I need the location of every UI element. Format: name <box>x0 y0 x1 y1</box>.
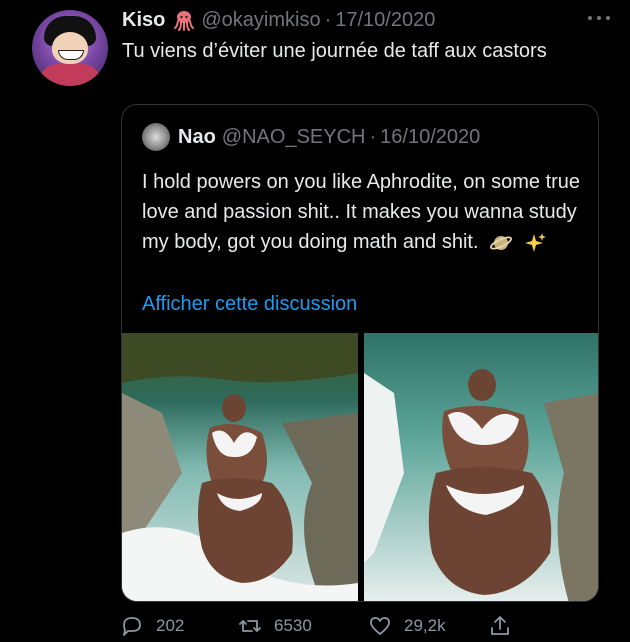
author-name[interactable]: Kiso <box>122 9 165 32</box>
quote-date[interactable]: 16/10/2020 <box>380 126 480 149</box>
heart-icon <box>370 617 390 635</box>
header-separator: · <box>324 8 332 31</box>
reply-icon <box>123 617 141 636</box>
dot-icon <box>606 16 610 20</box>
quote-text: I hold powers on you like Aphrodite, on … <box>142 171 581 253</box>
dot-icon <box>588 16 592 20</box>
avatar-shirt <box>38 64 102 86</box>
quote-author-handle[interactable]: @NAO_SEYCH <box>222 126 366 149</box>
tweet-date[interactable]: 17/10/2020 <box>335 9 435 32</box>
retweet-count: 6530 <box>274 616 312 635</box>
retweet-icon <box>239 620 261 632</box>
octopus-icon <box>173 9 195 31</box>
photo-2[interactable] <box>364 333 598 601</box>
retweet-button[interactable]: 6530 <box>238 614 368 638</box>
photo-1[interactable] <box>122 333 358 601</box>
quote-header-separator: · <box>369 125 377 148</box>
like-button[interactable]: 29,2k <box>368 614 488 638</box>
quote-header: Nao @NAO_SEYCH · 16/10/2020 <box>142 123 480 151</box>
reply-button[interactable]: 202 <box>120 614 238 638</box>
sparkles-emoji-icon <box>524 232 546 254</box>
share-icon <box>491 616 509 635</box>
tweet-text: Tu viens d’éviter une journée de taff au… <box>122 40 547 62</box>
author-handle[interactable]: @okayimkiso <box>201 9 320 32</box>
planet-emoji-icon <box>490 232 513 254</box>
quoted-tweet[interactable]: Nao @NAO_SEYCH · 16/10/2020 I hold power… <box>121 104 599 602</box>
action-bar: 202 6530 29,2k <box>120 612 540 640</box>
more-icon[interactable] <box>588 14 610 22</box>
quote-text-block: I hold powers on you like Aphrodite, on … <box>142 167 582 257</box>
like-count: 29,2k <box>404 616 446 635</box>
quote-author-name[interactable]: Nao <box>178 126 216 149</box>
quote-author-avatar[interactable] <box>142 123 170 151</box>
tweet-header: Kiso @okayimkiso · 17/10/2020 <box>122 6 590 34</box>
tweet[interactable]: Kiso @okayimkiso · 17/10/2020 Tu viens d… <box>0 0 630 642</box>
photo-grid <box>122 333 598 601</box>
author-avatar[interactable] <box>32 10 108 86</box>
show-thread-link[interactable]: Afficher cette discussion <box>142 293 357 316</box>
reply-count: 202 <box>156 616 185 635</box>
share-button[interactable] <box>488 614 512 638</box>
dot-icon <box>597 16 601 20</box>
